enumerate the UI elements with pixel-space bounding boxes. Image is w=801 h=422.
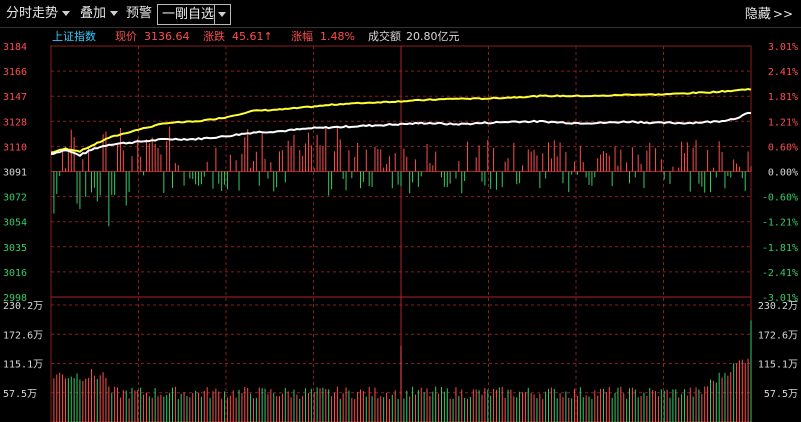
pct-value: 1.48% xyxy=(320,30,355,43)
right-tick-label: 0.00% xyxy=(768,168,798,179)
change-value: 45.61↑ xyxy=(232,30,273,43)
right-tick-label: -1.81% xyxy=(762,243,798,254)
right-tick-label: 0.60% xyxy=(768,142,798,153)
left-tick-label: 3110 xyxy=(3,142,27,153)
left-tick-label: 3184 xyxy=(3,42,27,53)
change-label: 涨跌 xyxy=(203,29,225,43)
volume-right-ticks: 230.2万 172.6万 115.1万 57.5万 xyxy=(758,301,798,400)
left-tick-label: 3128 xyxy=(3,117,27,128)
left-tick-label: 3054 xyxy=(3,218,27,229)
right-axis-ticks: 3.01% 2.41% 1.81% 1.21% 0.60% 0.00% -0.60% -1.2… xyxy=(762,42,798,304)
left-tick-label: 3072 xyxy=(3,193,27,204)
amount-label: 成交额 xyxy=(368,29,401,43)
amount-value: 20.80亿元 xyxy=(406,30,460,43)
right-tick-label: -1.21% xyxy=(762,218,798,229)
volume-tick-label: 230.2万 xyxy=(758,301,798,312)
right-tick-label: 2.41% xyxy=(768,67,798,78)
volume-tick-label: 115.1万 xyxy=(3,360,43,371)
right-tick-label: -2.41% xyxy=(762,268,798,279)
volume-tick-label: 172.6万 xyxy=(758,330,798,341)
pct-label: 涨幅 xyxy=(291,30,313,43)
right-tick-label: 1.21% xyxy=(768,117,798,128)
volume-tick-label: 115.1万 xyxy=(758,360,798,371)
left-tick-label: 3035 xyxy=(3,243,27,254)
left-tick-label: 3016 xyxy=(3,268,27,279)
price-value: 3136.64 xyxy=(144,30,190,43)
info-bar: 上证指数 现价 3136.64 涨跌 45.61↑ 涨幅 1.48% 成交额 2… xyxy=(52,29,460,43)
left-tick-label: 3147 xyxy=(3,92,27,103)
volume-bars xyxy=(53,320,752,422)
right-tick-label: -0.60% xyxy=(762,193,798,204)
volume-tick-label: 230.2万 xyxy=(3,301,43,312)
volume-left-ticks: 230.2万 172.6万 115.1万 57.5万 xyxy=(3,301,43,400)
right-tick-label: 3.01% xyxy=(768,42,798,53)
price-diff-bars xyxy=(53,126,752,227)
left-tick-label: 3091 xyxy=(3,168,27,179)
index-name[interactable]: 上证指数 xyxy=(52,29,96,43)
volume-tick-label: 172.6万 xyxy=(3,330,43,341)
intraday-chart: 3184 3166 3147 3128 3110 3091 3072 3054 3035 3016… xyxy=(3,29,798,422)
volume-tick-label: 57.5万 xyxy=(3,389,37,400)
left-tick-label: 3166 xyxy=(3,67,27,78)
left-axis-ticks: 3184 3166 3147 3128 3110 3091 3072 3054 3035 3016… xyxy=(3,42,27,304)
price-label: 现价 xyxy=(115,30,137,43)
volume-tick-label: 57.5万 xyxy=(764,389,798,400)
right-tick-label: 1.81% xyxy=(768,92,798,103)
